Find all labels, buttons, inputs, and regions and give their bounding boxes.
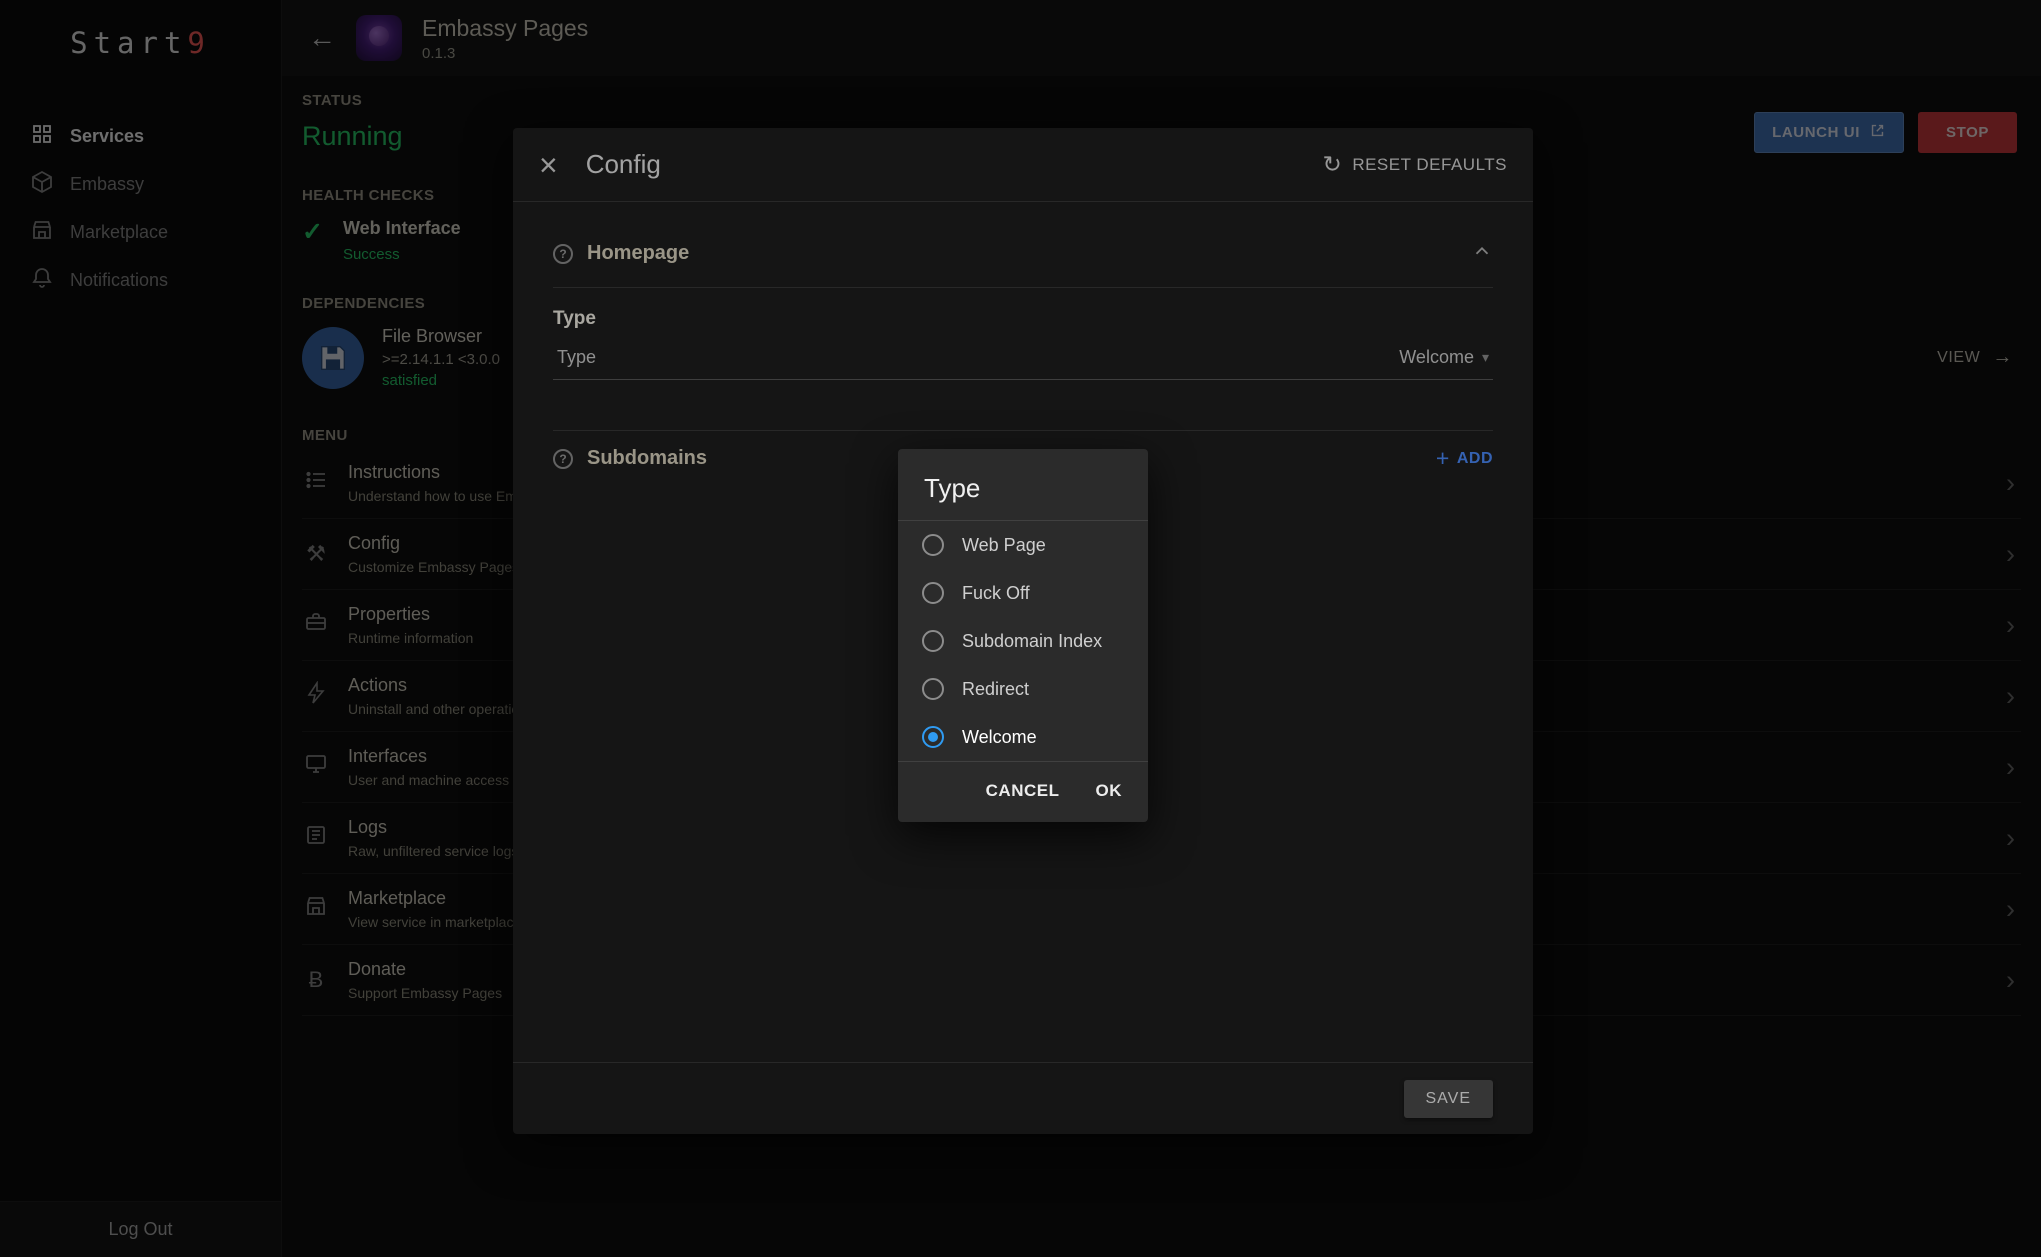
radio-icon[interactable] [922,678,944,700]
radio-option-label: Subdomain Index [962,631,1102,652]
type-dialog-title: Type [898,449,1148,521]
type-options-list: Web Page Fuck Off Subdomain Index Redire… [898,521,1148,761]
radio-icon[interactable] [922,534,944,556]
radio-option-label: Fuck Off [962,583,1030,604]
radio-option-web-page[interactable]: Web Page [898,521,1148,569]
type-dialog: Type Web Page Fuck Off Subdomain Index R… [898,449,1148,822]
cancel-button[interactable]: CANCEL [986,781,1060,801]
type-dialog-actions: CANCEL OK [898,761,1148,822]
radio-option-welcome[interactable]: Welcome [898,713,1148,761]
radio-option-subdomain-index[interactable]: Subdomain Index [898,617,1148,665]
radio-icon[interactable] [922,582,944,604]
radio-option-label: Redirect [962,679,1029,700]
ok-button[interactable]: OK [1096,781,1123,801]
screen: Start9 Services Embassy Marketplace Noti… [0,0,2041,1257]
radio-option-fuck-off[interactable]: Fuck Off [898,569,1148,617]
radio-icon[interactable] [922,630,944,652]
radio-icon[interactable] [922,726,944,748]
radio-option-label: Welcome [962,727,1037,748]
radio-option-redirect[interactable]: Redirect [898,665,1148,713]
radio-option-label: Web Page [962,535,1046,556]
